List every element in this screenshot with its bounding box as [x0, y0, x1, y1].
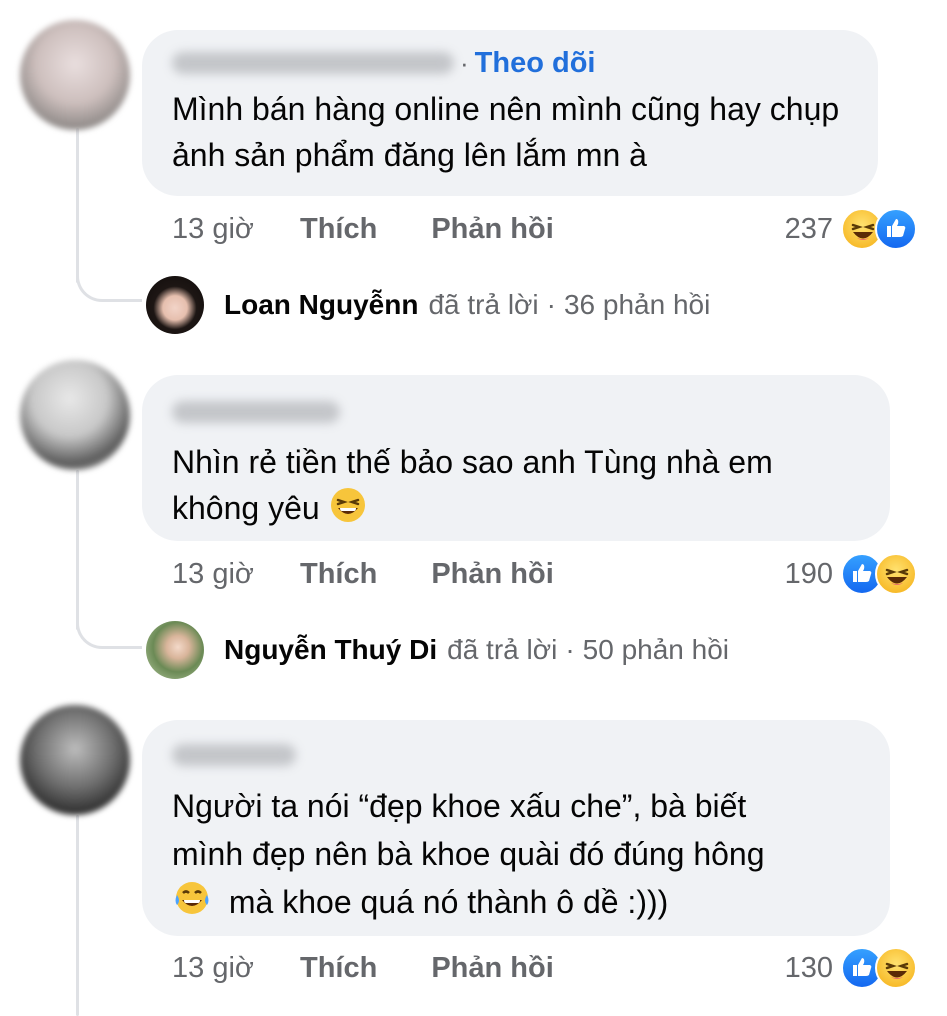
reply-summary[interactable]: Nguyễn Thuý Di đã trả lời · 50 phản hồi: [146, 620, 729, 680]
author-name-blurred[interactable]: [172, 52, 454, 74]
reply-count[interactable]: 50 phản hồi: [583, 634, 729, 666]
separator: ·: [565, 634, 575, 665]
like-button[interactable]: Thích: [300, 213, 377, 246]
reply-button[interactable]: Phản hồi: [431, 952, 553, 985]
comment-bubble: · Theo dõi Mình bán hàng online nên mình…: [142, 30, 878, 196]
comment-text: Người ta nói “đẹp khoe xấu che”, bà biết…: [172, 782, 860, 930]
timestamp[interactable]: 13 giờ: [172, 213, 300, 246]
comment-text: Mình bán hàng online nên mình cũng hay c…: [172, 91, 840, 173]
like-icon: [875, 208, 917, 250]
thread-line: [76, 815, 79, 1016]
comment-text-line: Nhìn rẻ tiền thế bảo sao anh Tùng nhà em: [172, 444, 773, 480]
reply-button[interactable]: Phản hồi: [431, 558, 553, 591]
grinning-squint-emoji: [329, 486, 367, 536]
comment-text-line: không yêu: [172, 485, 860, 536]
separator: ·: [546, 289, 556, 320]
avatar[interactable]: [20, 360, 130, 470]
comment-text-line: mình đẹp nên bà khoe quài đó đúng hông: [172, 836, 765, 872]
comment-actions: 13 giờ Thích Phản hồi 130: [172, 947, 917, 989]
like-button[interactable]: Thích: [300, 952, 377, 985]
reaction-count[interactable]: 130: [785, 952, 833, 985]
reaction-count[interactable]: 237: [785, 213, 833, 246]
thread-line: [76, 128, 79, 283]
comment-actions: 13 giờ Thích Phản hồi 237: [172, 208, 917, 250]
reply-action: đã trả lời: [447, 634, 558, 665]
reply-count[interactable]: 36 phản hồi: [564, 289, 710, 321]
comment-header: [172, 395, 860, 429]
comment-bubble: Người ta nói “đẹp khoe xấu che”, bà biết…: [142, 720, 890, 936]
comment-actions: 13 giờ Thích Phản hồi 190: [172, 553, 917, 595]
follow-button[interactable]: Theo dõi: [475, 47, 596, 80]
reply-connector: [76, 617, 142, 649]
timestamp[interactable]: 13 giờ: [172, 558, 300, 591]
comment-header: [172, 738, 860, 772]
reply-author-name[interactable]: Nguyễn Thuý Di: [224, 634, 437, 666]
reply-connector: [76, 270, 142, 302]
haha-icon: [875, 553, 917, 595]
comment-text-line: Người ta nói “đẹp khoe xấu che”, bà biết: [172, 788, 747, 824]
reply-button[interactable]: Phản hồi: [431, 213, 553, 246]
separator: ·: [460, 47, 469, 78]
author-name-blurred[interactable]: [172, 401, 340, 423]
comment-bubble: Nhìn rẻ tiền thế bảo sao anh Tùng nhà em…: [142, 375, 890, 541]
comment-text-fragment: không yêu: [172, 490, 320, 526]
comment-header: · Theo dõi: [172, 46, 848, 80]
tears-of-joy-emoji: [172, 879, 212, 930]
reply-avatar[interactable]: [146, 621, 204, 679]
reply-avatar[interactable]: [146, 276, 204, 334]
timestamp[interactable]: 13 giờ: [172, 952, 300, 985]
comment-text-line: mà khoe quá nó thành ô dề :))): [172, 878, 860, 930]
reply-action: đã trả lời: [428, 289, 539, 320]
thread-line: [76, 470, 79, 630]
comment-text: Nhìn rẻ tiền thế bảo sao anh Tùng nhà em…: [172, 439, 860, 536]
reply-author-name[interactable]: Loan Nguyễnn: [224, 289, 418, 321]
like-button[interactable]: Thích: [300, 558, 377, 591]
avatar[interactable]: [20, 20, 130, 130]
haha-icon: [875, 947, 917, 989]
avatar[interactable]: [20, 705, 130, 815]
reaction-count[interactable]: 190: [785, 558, 833, 591]
author-name-blurred[interactable]: [172, 744, 296, 766]
reply-summary[interactable]: Loan Nguyễnn đã trả lời · 36 phản hồi: [146, 275, 710, 335]
comment-text-fragment: mà khoe quá nó thành ô dề :))): [228, 884, 669, 920]
